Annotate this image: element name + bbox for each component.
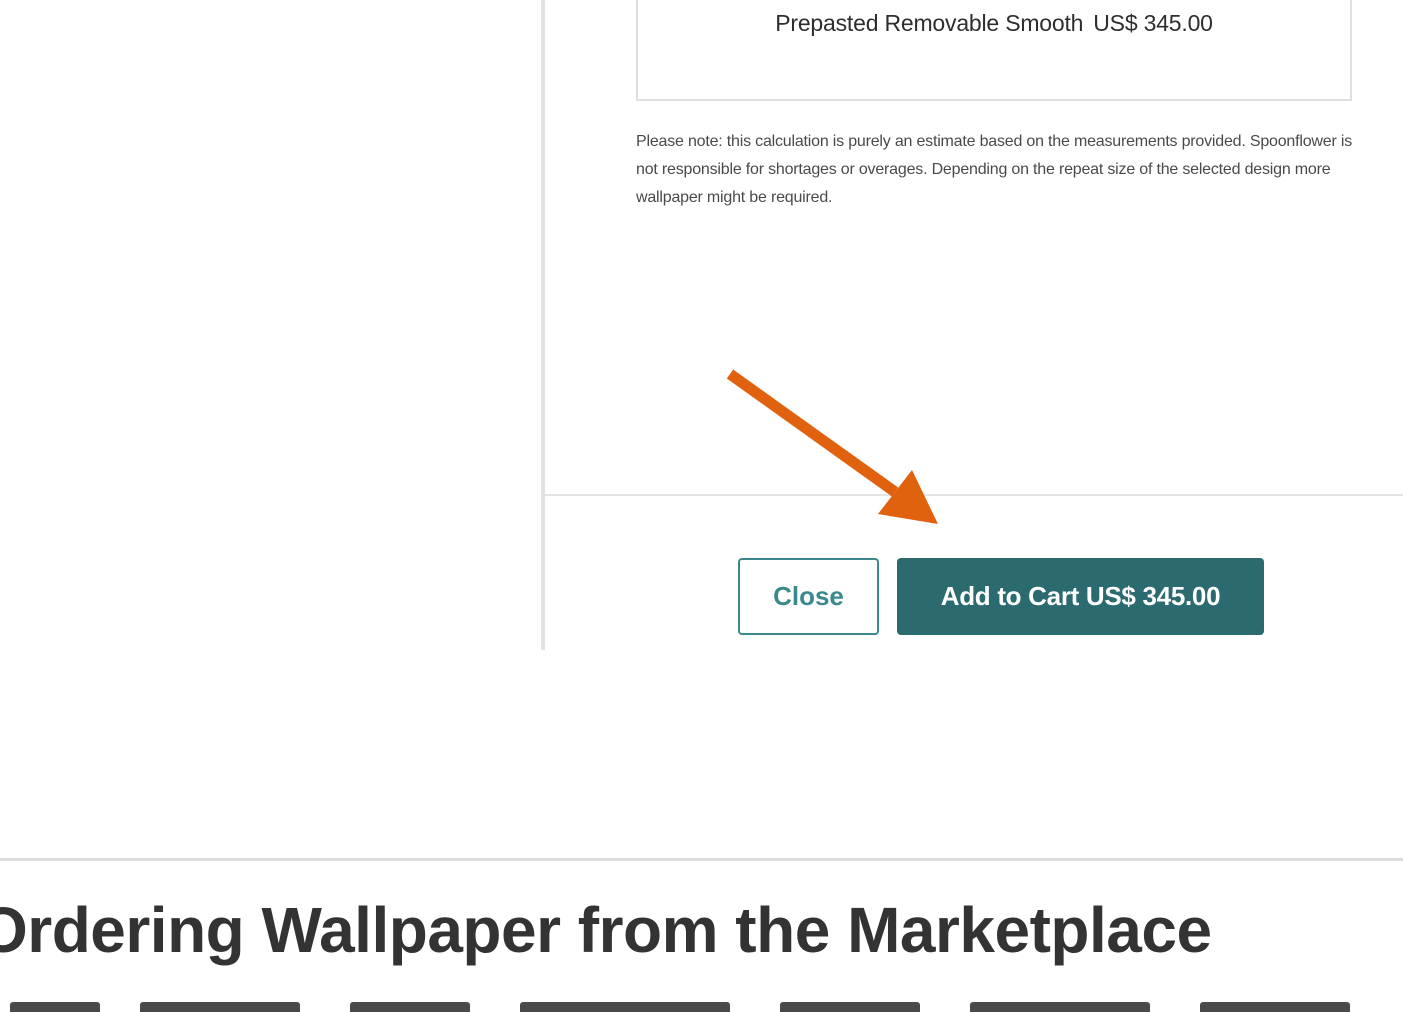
close-button[interactable]: Close bbox=[738, 558, 879, 635]
arrow-pointer-icon bbox=[726, 369, 938, 524]
modal-screenshot: Prepasted Removable Smooth US$ 345.00 Ple… bbox=[541, 0, 1403, 650]
arrow-head bbox=[878, 470, 938, 524]
modal-footer-divider bbox=[545, 494, 1403, 496]
product-price: US$ 345.00 bbox=[1093, 10, 1213, 36]
add-to-cart-button[interactable]: Add to Cart US$ 345.00 bbox=[897, 558, 1264, 635]
price-line: Prepasted Removable Smooth US$ 345.00 bbox=[638, 10, 1350, 37]
price-summary-box: Prepasted Removable Smooth US$ 345.00 bbox=[636, 0, 1352, 101]
section-heading: Ordering Wallpaper from the Marketplace bbox=[0, 894, 1212, 966]
arrow-shaft bbox=[726, 369, 899, 497]
estimate-disclaimer: Please note: this calculation is purely … bbox=[636, 133, 1353, 206]
help-article-page: Prepasted Removable Smooth US$ 345.00 Ple… bbox=[0, 0, 1403, 1012]
product-name: Prepasted Removable Smooth bbox=[775, 10, 1084, 36]
cutoff-paragraph-text bbox=[0, 1000, 1403, 1012]
section-divider bbox=[0, 858, 1403, 861]
